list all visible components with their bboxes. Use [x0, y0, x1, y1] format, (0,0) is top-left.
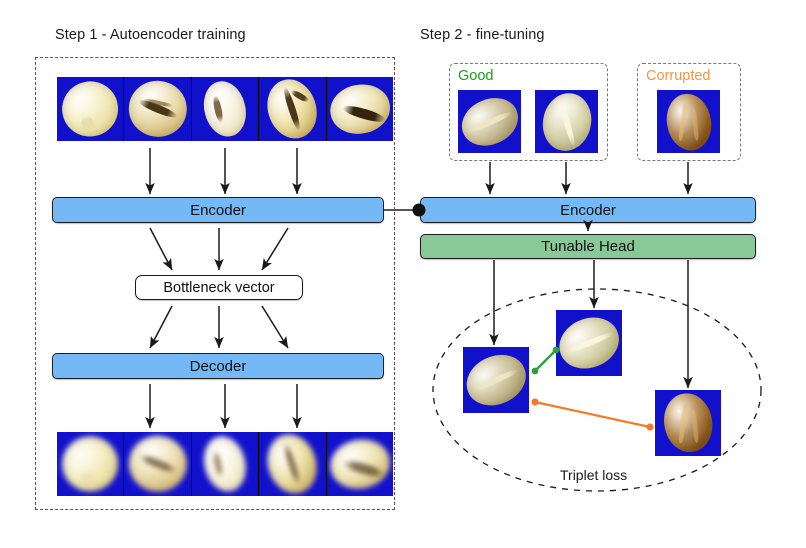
bean-tile-good-1	[458, 90, 521, 153]
bean-tile-anchor	[463, 347, 529, 413]
corrupted-group-label: Corrupted	[646, 68, 711, 84]
bean-tile-input-5	[326, 77, 394, 141]
triplet-loss-label: Triplet loss	[560, 467, 628, 483]
step1-output-image-strip	[57, 432, 394, 496]
bean-tile-input-3	[191, 77, 260, 141]
bean-tile-input-2	[124, 77, 192, 141]
bean-tile-output-3	[191, 432, 260, 496]
tunable-head-block[interactable]: Tunable Head	[420, 234, 756, 259]
triplet-edge-anchor-negative	[531, 398, 654, 431]
bean-tile-corrupted-1	[657, 90, 720, 153]
bean-tile-negative	[655, 390, 721, 456]
bean-shape	[198, 432, 252, 496]
step1-encoder-block[interactable]: Encoder	[52, 197, 384, 223]
bean-shape	[659, 390, 717, 456]
step2-encoder-block[interactable]: Encoder	[420, 197, 756, 223]
bean-tile-output-1	[57, 432, 125, 496]
step2-title: Step 2 - fine-tuning	[420, 27, 545, 43]
bean-tile-output-5	[326, 432, 394, 496]
bean-tile-good-2	[535, 90, 598, 153]
step1-decoder-block[interactable]: Decoder	[52, 353, 384, 379]
arrows-samples-to-encoder	[485, 162, 693, 195]
step2-encoder-label: Encoder	[560, 201, 616, 219]
bean-shape	[661, 90, 716, 153]
step1-decoder-label: Decoder	[189, 357, 247, 375]
bottleneck-vector-label: Bottleneck vector	[163, 279, 275, 296]
bottleneck-vector-block[interactable]: Bottleneck vector	[135, 275, 303, 300]
step1-title: Step 1 - Autoencoder training	[55, 27, 246, 43]
step1-input-image-strip	[57, 77, 394, 141]
bean-tile-positive	[556, 310, 622, 376]
bean-tile-output-2	[124, 432, 192, 496]
bean-tile-output-4	[259, 432, 327, 496]
tunable-head-label: Tunable Head	[541, 238, 635, 255]
good-group-label: Good	[458, 68, 494, 84]
bean-shape	[198, 77, 252, 141]
bean-tile-input-1	[57, 77, 125, 141]
figure-canvas: Step 1 - Autoencoder training Encoder Bo…	[0, 0, 806, 548]
bean-tile-input-4	[259, 77, 327, 141]
step1-encoder-label: Encoder	[190, 201, 246, 219]
